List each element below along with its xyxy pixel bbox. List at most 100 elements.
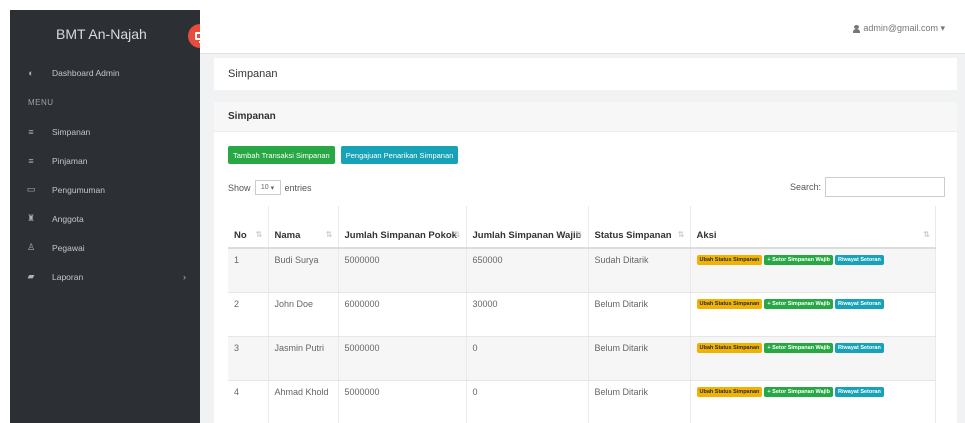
edit-status-button[interactable]: Ubah Status Simpanan: [696, 342, 763, 353]
user-icon: [853, 24, 861, 33]
sidebar-item-label: Pengumuman: [52, 184, 105, 195]
cell-no: 3: [228, 336, 269, 381]
card-title: Simpanan: [214, 102, 957, 132]
sidebar-item-anggota[interactable]: ♜ Anggota: [10, 204, 200, 233]
col-header-aksi[interactable]: Aksi ⇅: [690, 206, 936, 249]
cell-nama: Budi Surya: [268, 248, 339, 293]
header-label: Aksi: [696, 230, 717, 241]
simpanan-table: No ⇅ Nama ⇅ Jumlah Simpanan Pokok ⇅ Jumlah …: [228, 206, 936, 423]
sidebar-item-label: Anggota: [52, 213, 84, 224]
cell-no: 4: [228, 380, 269, 423]
cell-pokok: 5000000: [338, 336, 467, 381]
cell-wajib: 0: [466, 336, 589, 381]
search-label: Search:: [789, 182, 821, 192]
sort-icon: ⇅: [325, 230, 333, 239]
brand-name: BMT An-Najah: [56, 26, 147, 42]
top-navbar: admin@gmail.com ▾: [200, 10, 965, 54]
users-icon: ♜: [26, 213, 36, 223]
sidebar-item-pinjaman[interactable]: ≡ Pinjaman: [10, 146, 200, 175]
cell-nama: John Doe: [268, 292, 339, 337]
entries-select[interactable]: 10 ▾: [254, 180, 281, 195]
cell-status: Sudah Ditarik: [588, 248, 691, 293]
col-header-nama[interactable]: Nama ⇅: [268, 206, 339, 249]
show-label: Show: [228, 182, 251, 193]
cell-aksi: Ubah Status Simpanan + Setor Simpanan Wa…: [690, 292, 936, 337]
search-input[interactable]: [825, 177, 945, 197]
header-label: Status Simpanan: [594, 230, 672, 241]
edit-status-button[interactable]: Ubah Status Simpanan: [696, 386, 763, 397]
chevron-right-icon: ›: [183, 271, 186, 282]
col-header-no[interactable]: No ⇅: [228, 206, 269, 249]
cell-aksi: Ubah Status Simpanan + Setor Simpanan Wa…: [690, 248, 936, 293]
deposit-wajib-button[interactable]: + Setor Simpanan Wajib: [764, 342, 834, 353]
table-header-row: No ⇅ Nama ⇅ Jumlah Simpanan Pokok ⇅ Jumlah …: [228, 206, 936, 249]
cell-wajib: 650000: [466, 248, 589, 293]
action-buttons: Tambah Transaksi Simpanan Pengajuan Pena…: [228, 146, 459, 164]
header-label: Nama: [274, 230, 301, 241]
sidebar-item-label: Pegawai: [52, 242, 85, 253]
entries-label: entries: [284, 182, 312, 193]
deposit-wajib-button[interactable]: + Setor Simpanan Wajib: [764, 255, 834, 265]
sort-icon: ⇅: [677, 230, 685, 239]
dashboard-icon: ◐: [28, 67, 34, 78]
col-header-wajib[interactable]: Jumlah Simpanan Wajib ⇅: [466, 206, 589, 249]
history-button[interactable]: Riwayat Setoran: [835, 386, 884, 397]
sidebar-item-dashboard[interactable]: ◐ Dashboard Admin: [10, 58, 200, 87]
sidebar-item-pengumuman[interactable]: ▭ Pengumuman: [10, 175, 200, 204]
header-label: Jumlah Simpanan Pokok: [344, 230, 457, 241]
sidebar-item-label: Pinjaman: [52, 155, 88, 166]
sidebar: BMT An-Najah ◐ Dashboard Admin MENU ≡ Si…: [10, 10, 212, 423]
sort-icon: ⇅: [923, 230, 930, 239]
main-content: Simpanan Simpanan Tambah Transaksi Simpa…: [200, 54, 965, 423]
add-transaction-button[interactable]: Tambah Transaksi Simpanan: [228, 146, 335, 164]
search-area: Search:: [790, 177, 945, 197]
cell-aksi: Ubah Status Simpanan + Setor Simpanan Wa…: [690, 380, 936, 423]
sort-icon: ⇅: [575, 230, 583, 239]
cell-wajib: 0: [466, 380, 589, 423]
history-button[interactable]: Riwayat Setoran: [835, 255, 884, 265]
history-button[interactable]: Riwayat Setoran: [835, 342, 884, 353]
header-label: No: [234, 230, 247, 241]
edit-status-button[interactable]: Ubah Status Simpanan: [696, 298, 763, 309]
menu-header: MENU: [28, 97, 54, 107]
user-menu[interactable]: admin@gmail.com ▾: [853, 23, 945, 34]
cell-no: 1: [228, 248, 269, 293]
table-row: 1 Budi Surya 5000000 650000 Sudah Ditari…: [228, 248, 936, 293]
card-icon: ▭: [26, 184, 36, 194]
cell-nama: Ahmad Khold: [268, 380, 339, 423]
sidebar-item-pegawai[interactable]: ♙ Pegawai: [10, 233, 200, 262]
sidebar-item-laporan[interactable]: ▰ Laporan ›: [10, 262, 200, 291]
page-title: Simpanan: [214, 58, 957, 90]
cell-no: 2: [228, 292, 269, 337]
edit-status-button[interactable]: Ubah Status Simpanan: [696, 255, 763, 265]
sidebar-item-label: Simpanan: [52, 126, 91, 137]
history-button[interactable]: Riwayat Setoran: [835, 298, 884, 309]
cell-status: Belum Ditarik: [588, 380, 691, 423]
cell-nama: Jasmin Putri: [268, 336, 339, 381]
show-entries: Show 10 ▾ entries: [228, 180, 312, 195]
cell-status: Belum Ditarik: [588, 292, 691, 337]
sidebar-item-label: Dashboard Admin: [52, 67, 120, 78]
entries-select-value: 10: [260, 184, 269, 191]
header-label: Jumlah Simpanan Wajib: [472, 230, 582, 241]
book-icon: ▰: [27, 271, 35, 281]
deposit-wajib-button[interactable]: + Setor Simpanan Wajib: [764, 298, 834, 309]
sidebar-item-label: Laporan: [52, 271, 84, 282]
cell-pokok: 5000000: [338, 248, 467, 293]
list-icon: ≡: [28, 155, 34, 166]
table-row: 3 Jasmin Putri 5000000 0 Belum Ditarik U…: [228, 336, 936, 381]
list-icon: ≡: [28, 126, 34, 137]
sidebar-item-simpanan[interactable]: ≡ Simpanan: [10, 117, 200, 146]
withdrawal-request-button[interactable]: Pengajuan Penarikan Simpanan: [340, 146, 459, 164]
col-header-status[interactable]: Status Simpanan ⇅: [588, 206, 691, 249]
cell-pokok: 5000000: [338, 380, 467, 423]
cell-status: Belum Ditarik: [588, 336, 691, 381]
deposit-wajib-button[interactable]: + Setor Simpanan Wajib: [764, 386, 834, 397]
col-header-pokok[interactable]: Jumlah Simpanan Pokok ⇅: [338, 206, 467, 249]
brand[interactable]: BMT An-Najah: [10, 10, 212, 58]
table-row: 2 John Doe 6000000 30000 Belum Ditarik U…: [228, 292, 936, 337]
sort-icon: ⇅: [453, 230, 461, 239]
cell-aksi: Ubah Status Simpanan + Setor Simpanan Wa…: [690, 336, 936, 381]
cell-wajib: 30000: [466, 292, 589, 337]
user-email: admin@gmail.com ▾: [863, 23, 945, 33]
